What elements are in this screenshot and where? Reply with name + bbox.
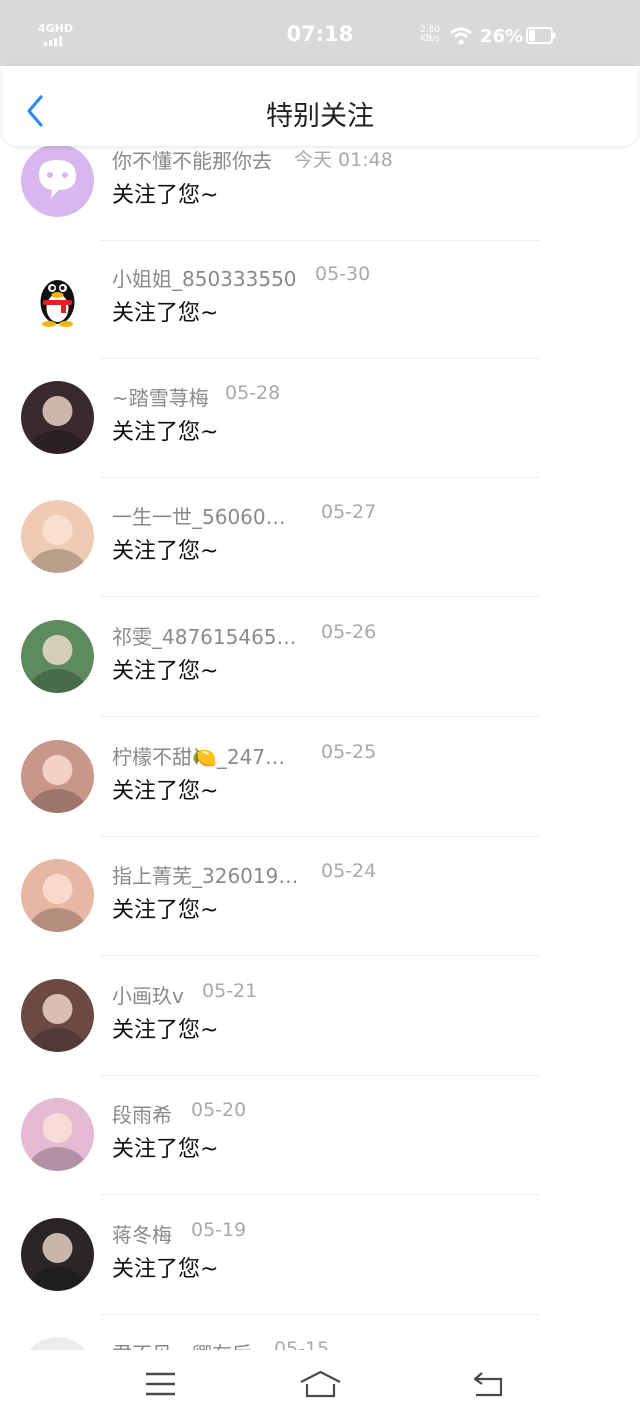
divider bbox=[100, 1075, 540, 1076]
message-text: 关注了您~ bbox=[112, 1137, 219, 1162]
user-name[interactable]: 小画玖v bbox=[112, 980, 184, 1009]
user-name[interactable]: 君不见，卿在后 bbox=[112, 1338, 252, 1350]
battery-icon bbox=[526, 27, 556, 44]
message-text: 关注了您~ bbox=[112, 1257, 219, 1282]
list-item[interactable]: 祁雯_487615465… 05-26 关注了您~ bbox=[0, 620, 640, 739]
network-speed: 2.80 KB/s bbox=[420, 26, 440, 44]
battery-percent: 26% bbox=[480, 26, 524, 47]
list-item[interactable]: 小姐姐_850333550 05-30 关注了您~ bbox=[0, 262, 640, 381]
timestamp: 05-20 bbox=[191, 1099, 247, 1121]
avatar[interactable] bbox=[21, 262, 94, 335]
user-name[interactable]: 祁雯_487615465… bbox=[112, 621, 297, 650]
message-text: 关注了您~ bbox=[112, 301, 219, 326]
back-icon[interactable] bbox=[472, 1371, 504, 1397]
timestamp: 今天 01:48 bbox=[294, 149, 393, 171]
user-name[interactable]: 小姐姐_850333550 bbox=[112, 263, 297, 292]
divider bbox=[100, 716, 540, 717]
avatar[interactable] bbox=[21, 1337, 94, 1350]
avatar[interactable] bbox=[21, 979, 94, 1052]
status-bar: 4GHD 07:18 2.80 KB/s 26% bbox=[0, 0, 640, 66]
user-name[interactable]: 段雨希 bbox=[112, 1099, 172, 1128]
message-text: 关注了您~ bbox=[112, 659, 219, 684]
divider bbox=[100, 1194, 540, 1195]
timestamp: 05-27 bbox=[321, 501, 377, 523]
user-name[interactable]: ~踏雪荨梅 bbox=[112, 382, 209, 411]
page-title: 特别关注 bbox=[266, 101, 374, 132]
list-item[interactable]: 小画玖v 05-21 关注了您~ bbox=[0, 979, 640, 1098]
divider bbox=[100, 358, 540, 359]
avatar[interactable] bbox=[21, 381, 94, 454]
user-name[interactable]: 蒋冬梅 bbox=[112, 1219, 172, 1248]
top-app-bar: 特别关注 bbox=[2, 66, 638, 146]
avatar[interactable] bbox=[21, 144, 94, 217]
message-text: 关注了您~ bbox=[112, 898, 219, 923]
timestamp: 05-21 bbox=[202, 980, 258, 1002]
timestamp: 05-19 bbox=[191, 1219, 247, 1241]
user-name[interactable]: 一生一世_56060… bbox=[112, 501, 286, 530]
timestamp: 05-24 bbox=[321, 860, 377, 882]
divider bbox=[100, 596, 540, 597]
message-text: 关注了您~ bbox=[112, 539, 219, 564]
menu-icon[interactable] bbox=[145, 1372, 176, 1396]
timestamp: 05-28 bbox=[225, 382, 281, 404]
avatar[interactable] bbox=[21, 859, 94, 932]
avatar[interactable] bbox=[21, 1098, 94, 1171]
user-name[interactable]: 指上菁芜_326019… bbox=[112, 860, 298, 889]
divider bbox=[100, 240, 540, 241]
divider bbox=[100, 836, 540, 837]
timestamp: 05-26 bbox=[321, 621, 377, 643]
divider bbox=[100, 955, 540, 956]
list-item[interactable]: 蒋冬梅 05-19 关注了您~ bbox=[0, 1218, 640, 1337]
divider bbox=[100, 1314, 540, 1315]
list-item[interactable]: ~踏雪荨梅 05-28 关注了您~ bbox=[0, 381, 640, 500]
avatar[interactable] bbox=[21, 740, 94, 813]
list-item[interactable]: 柠檬不甜🍋_247… 05-25 关注了您~ bbox=[0, 740, 640, 859]
wifi-icon bbox=[450, 27, 472, 45]
home-icon[interactable] bbox=[299, 1370, 342, 1398]
list-item[interactable]: 段雨希 05-20 关注了您~ bbox=[0, 1098, 640, 1217]
message-text: 关注了您~ bbox=[112, 183, 219, 208]
user-name[interactable]: 你不懂不能那你去 bbox=[112, 145, 272, 174]
message-text: 关注了您~ bbox=[112, 1018, 219, 1043]
timestamp: 05-15 bbox=[274, 1338, 330, 1350]
speed-unit: KB/s bbox=[420, 34, 440, 44]
avatar[interactable] bbox=[21, 620, 94, 693]
list-item[interactable]: 指上菁芜_326019… 05-24 关注了您~ bbox=[0, 859, 640, 978]
notification-list: 你不懂不能那你去 今天 01:48 关注了您~ 小姐姐_850333550 05-30 关… bbox=[0, 0, 640, 1350]
avatar[interactable] bbox=[21, 1218, 94, 1291]
system-navigation-bar bbox=[0, 1350, 640, 1422]
timestamp: 05-25 bbox=[321, 741, 377, 763]
list-item[interactable]: 君不见，卿在后 05-15 bbox=[0, 1337, 640, 1350]
message-text: 关注了您~ bbox=[112, 420, 219, 445]
timestamp: 05-30 bbox=[315, 263, 371, 285]
list-item[interactable]: 一生一世_56060… 05-27 关注了您~ bbox=[0, 500, 640, 619]
message-text: 关注了您~ bbox=[112, 779, 219, 804]
list-item[interactable]: 你不懂不能那你去 今天 01:48 关注了您~ bbox=[0, 144, 640, 263]
user-name[interactable]: 柠檬不甜🍋_247… bbox=[112, 741, 285, 770]
divider bbox=[100, 477, 540, 478]
avatar[interactable] bbox=[21, 500, 94, 573]
